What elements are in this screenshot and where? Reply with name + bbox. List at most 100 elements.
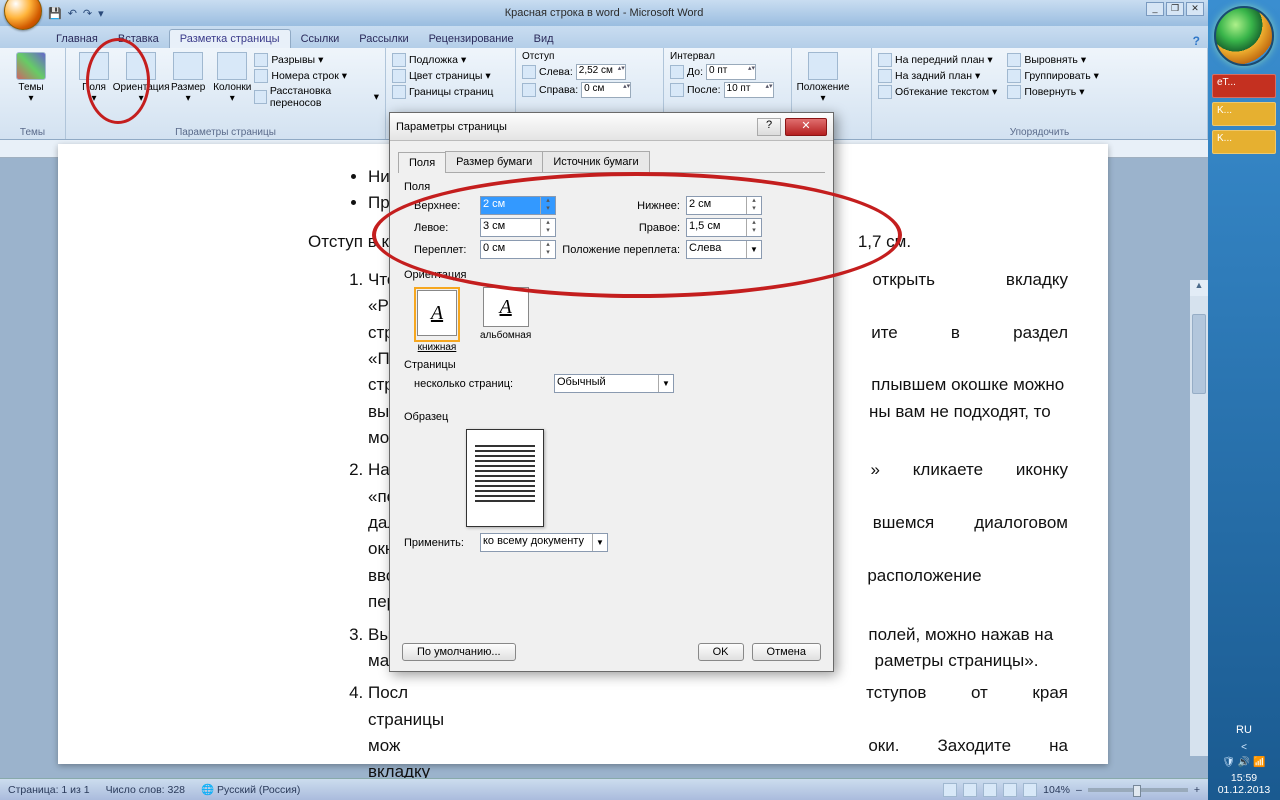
page-setup-dialog: Параметры страницы ? ✕ Поля Размер бумаг…	[389, 112, 834, 672]
spacing-before-input[interactable]: 0 пт	[706, 64, 756, 80]
gutter-input[interactable]: 0 см▴▾	[480, 240, 556, 259]
margin-left-input[interactable]: 3 см▴▾	[480, 218, 556, 237]
tab-pagelayout[interactable]: Разметка страницы	[169, 29, 291, 48]
status-bar: Страница: 1 из 1 Число слов: 328 🌐 Русск…	[0, 778, 1208, 800]
clock-date: 01.12.2013	[1212, 784, 1276, 796]
close-button[interactable]: ✕	[1186, 2, 1204, 16]
view-printlayout-icon[interactable]	[943, 783, 957, 797]
taskbar-item[interactable]: K...	[1212, 102, 1276, 126]
system-tray[interactable]: RU < 🛡 🔊 📶 15:59 01.12.2013	[1208, 720, 1280, 800]
group-label-themes: Темы	[0, 127, 65, 138]
indent-left-input[interactable]: 2,52 см	[576, 64, 626, 80]
apply-to-select[interactable]: ко всему документу▼	[480, 533, 608, 552]
minimize-button[interactable]: _	[1146, 2, 1164, 16]
redo-icon: ↷	[83, 7, 92, 20]
group-label-arrange: Упорядочить	[872, 127, 1207, 138]
size-button[interactable]: Размер▾	[166, 50, 210, 110]
spacing-label: Интервал	[670, 50, 785, 63]
ribbon-tabs: Главная Вставка Разметка страницы Ссылки…	[0, 26, 1208, 48]
linenumbers-button[interactable]: Номера строк ▾	[254, 68, 379, 84]
orientation-landscape[interactable]: Aальбомная	[480, 287, 531, 353]
tray-icons: 🛡 🔊 📶	[1212, 757, 1276, 768]
quick-access-toolbar[interactable]: 💾↶↷▾	[48, 7, 104, 20]
margins-section-label: Поля	[404, 181, 819, 193]
text-wrap-button[interactable]: Обтекание текстом ▾	[878, 84, 997, 100]
status-page[interactable]: Страница: 1 из 1	[8, 784, 90, 796]
status-language[interactable]: 🌐 Русский (Россия)	[201, 783, 300, 796]
dialog-tab-source[interactable]: Источник бумаги	[542, 151, 649, 172]
tab-insert[interactable]: Вставка	[108, 30, 169, 48]
align-button[interactable]: Выровнять ▾	[1007, 52, 1099, 68]
columns-button[interactable]: Колонки▾	[210, 50, 254, 110]
dialog-help-button[interactable]: ?	[757, 118, 781, 136]
zoom-value[interactable]: 104%	[1043, 784, 1070, 796]
dialog-close-button[interactable]: ✕	[785, 118, 827, 136]
margin-right-input[interactable]: 1,5 см▴▾	[686, 218, 762, 237]
title-bar: 💾↶↷▾ Красная строка в word - Microsoft W…	[0, 0, 1208, 26]
indent-right-icon	[522, 83, 536, 97]
window-title: Красная строка в word - Microsoft Word	[0, 7, 1208, 19]
multiple-pages-select[interactable]: Обычный▼	[554, 374, 674, 393]
zoom-in-button[interactable]: +	[1194, 784, 1200, 796]
preview-icon	[466, 429, 544, 527]
ok-button[interactable]: OK	[698, 643, 744, 661]
tab-review[interactable]: Рецензирование	[419, 30, 524, 48]
help-icon[interactable]: ?	[1193, 34, 1200, 48]
margin-top-input[interactable]: 2 см▴▾	[480, 196, 556, 215]
themes-button[interactable]: Темы▾	[6, 50, 56, 104]
pageborders-button[interactable]: Границы страниц	[392, 84, 509, 100]
tray-arrow-icon: <	[1212, 742, 1276, 753]
watermark-button[interactable]: Подложка ▾	[392, 52, 509, 68]
zoom-slider[interactable]	[1088, 788, 1188, 792]
office-button[interactable]	[4, 0, 42, 30]
save-icon: 💾	[48, 7, 62, 20]
start-button[interactable]	[1214, 6, 1274, 66]
indent-label: Отступ	[522, 50, 657, 63]
margins-button[interactable]: Поля▾	[72, 50, 116, 110]
indent-right-input[interactable]: 0 см	[581, 82, 631, 98]
zoom-out-button[interactable]: –	[1076, 784, 1082, 796]
rotate-button[interactable]: Повернуть ▾	[1007, 84, 1099, 100]
spacing-after-input[interactable]: 10 пт	[724, 82, 774, 98]
pages-label: Страницы	[404, 359, 819, 371]
undo-icon: ↶	[68, 7, 77, 20]
gutter-position-select[interactable]: Слева▼	[686, 240, 762, 259]
cancel-button[interactable]: Отмена	[752, 643, 821, 661]
bring-front-button[interactable]: На передний план ▾	[878, 52, 997, 68]
send-back-button[interactable]: На задний план ▾	[878, 68, 997, 84]
group-label-page: Параметры страницы	[66, 127, 385, 138]
spacing-before-icon	[670, 65, 684, 79]
tab-view[interactable]: Вид	[524, 30, 564, 48]
hyphenation-button[interactable]: Расстановка переносов ▾	[254, 84, 379, 110]
preview-label: Образец	[404, 411, 819, 423]
view-web-icon[interactable]	[983, 783, 997, 797]
orientation-portrait[interactable]: Aкнижная	[414, 287, 460, 353]
maximize-button[interactable]: ❐	[1166, 2, 1184, 16]
orientation-button[interactable]: Ориентация▾	[116, 50, 166, 110]
margin-bottom-input[interactable]: 2 см▴▾	[686, 196, 762, 215]
vertical-scrollbar[interactable]: ▲	[1190, 280, 1208, 756]
dialog-tab-margins[interactable]: Поля	[398, 152, 446, 173]
status-words[interactable]: Число слов: 328	[106, 784, 185, 796]
windows-taskbar: eT... K... K... RU < 🛡 🔊 📶 15:59 01.12.2…	[1208, 0, 1280, 800]
view-draft-icon[interactable]	[1023, 783, 1037, 797]
taskbar-item[interactable]: eT...	[1212, 74, 1276, 98]
taskbar-item[interactable]: K...	[1212, 130, 1276, 154]
tab-references[interactable]: Ссылки	[291, 30, 350, 48]
default-button[interactable]: По умолчанию...	[402, 643, 516, 661]
pagecolor-button[interactable]: Цвет страницы ▾	[392, 68, 509, 84]
position-button[interactable]: Положение▾	[798, 50, 848, 104]
dialog-tabs: Поля Размер бумаги Источник бумаги	[398, 151, 825, 173]
language-indicator: RU	[1212, 724, 1276, 736]
group-button[interactable]: Группировать ▾	[1007, 68, 1099, 84]
orientation-label: Ориентация	[404, 269, 819, 281]
view-outline-icon[interactable]	[1003, 783, 1017, 797]
tab-mailings[interactable]: Рассылки	[349, 30, 418, 48]
indent-left-icon	[522, 65, 536, 79]
spacing-after-icon	[670, 83, 684, 97]
tab-home[interactable]: Главная	[46, 30, 108, 48]
dialog-tab-paper[interactable]: Размер бумаги	[445, 151, 543, 172]
breaks-button[interactable]: Разрывы ▾	[254, 52, 379, 68]
view-reading-icon[interactable]	[963, 783, 977, 797]
clock-time: 15:59	[1212, 772, 1276, 784]
